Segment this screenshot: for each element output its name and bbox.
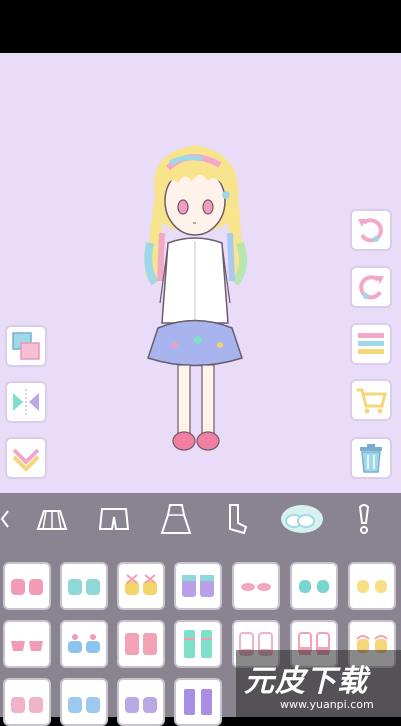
item-slot[interactable]	[174, 620, 222, 668]
flip-icon	[13, 389, 39, 415]
yellow-sandals-icon	[125, 574, 157, 595]
lavender-shoes-icon	[125, 697, 157, 713]
watermark: 元皮下载 www.yuanpi.com	[236, 650, 401, 717]
pink-shoes-icon	[11, 579, 43, 595]
mint-shoes-icon	[299, 580, 329, 593]
pink-flats-icon	[241, 583, 271, 591]
undo-icon	[358, 218, 383, 243]
redo-button[interactable]	[350, 266, 392, 308]
layer-order-icon	[12, 332, 40, 360]
menu-button[interactable]	[350, 323, 392, 365]
blue-shoes-icon	[68, 697, 100, 713]
blue-strap-shoes-icon	[68, 634, 100, 653]
item-slot[interactable]	[117, 620, 165, 668]
redo-icon	[359, 275, 384, 300]
item-slot[interactable]	[174, 678, 222, 726]
mint-tall-boots-icon	[184, 630, 212, 658]
watermark-logo: 元皮下载	[244, 664, 368, 699]
category-socks[interactable]	[218, 499, 258, 539]
collapse-icon	[12, 448, 40, 472]
dress-category-icon	[160, 504, 192, 534]
undo-button[interactable]	[350, 209, 392, 251]
accessory-category-icon	[358, 504, 370, 534]
pink-flats-icon	[11, 641, 43, 651]
category-pants[interactable]	[94, 499, 134, 539]
collapse-button[interactable]	[5, 437, 47, 479]
purple-boots-icon	[182, 575, 214, 597]
character-stage	[0, 53, 401, 493]
menu-icon	[358, 333, 384, 354]
item-slot[interactable]	[290, 562, 338, 610]
trash-button[interactable]	[350, 437, 392, 479]
shoes-category-icon	[285, 514, 315, 528]
pink-shoes-icon	[11, 697, 43, 713]
item-slot[interactable]	[117, 562, 165, 610]
item-slot[interactable]	[117, 678, 165, 726]
item-slot[interactable]	[60, 562, 108, 610]
purple-boots-icon	[184, 689, 212, 715]
category-prev-partial[interactable]	[0, 499, 26, 539]
item-slot[interactable]	[348, 562, 396, 610]
item-slot[interactable]	[60, 620, 108, 668]
yellow-shoes-icon	[357, 580, 387, 593]
category-shoes[interactable]	[280, 499, 323, 539]
partial-category-icon	[0, 510, 9, 528]
category-accessory[interactable]	[344, 499, 384, 539]
shop-cart-icon	[357, 388, 387, 414]
socks-category-icon	[229, 504, 248, 535]
item-slot[interactable]	[174, 562, 222, 610]
skirt-category-icon	[36, 510, 68, 530]
item-slot[interactable]	[3, 620, 51, 668]
item-slot[interactable]	[3, 562, 51, 610]
flip-button[interactable]	[5, 381, 47, 423]
layer-order-button[interactable]	[5, 325, 47, 367]
shop-button[interactable]	[350, 379, 392, 421]
pink-boots-icon	[125, 633, 157, 655]
item-slot[interactable]	[3, 678, 51, 726]
pants-category-icon	[98, 508, 130, 530]
category-bar	[0, 493, 401, 545]
trash-icon	[360, 444, 382, 473]
item-slot[interactable]	[60, 678, 108, 726]
category-skirt[interactable]	[32, 499, 72, 539]
teal-shoes-icon	[68, 579, 100, 595]
character-avatar[interactable]	[120, 133, 270, 473]
category-dress[interactable]	[156, 499, 196, 539]
status-bar	[0, 0, 401, 53]
item-slot[interactable]	[232, 562, 280, 610]
watermark-url: www.yuanpi.com	[280, 698, 374, 711]
